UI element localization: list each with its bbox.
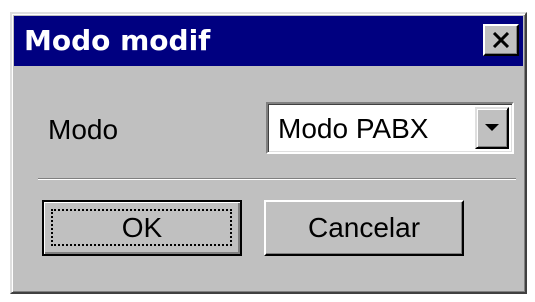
ok-button[interactable]: OK — [42, 200, 242, 256]
title-bar[interactable]: Modo modif — [14, 16, 523, 66]
window-title: Modo modif — [24, 24, 211, 57]
mode-select[interactable]: Modo PABX — [266, 102, 514, 154]
mode-select-value: Modo PABX — [278, 113, 429, 144]
close-icon — [492, 32, 510, 48]
ok-button-label: OK — [121, 212, 163, 243]
mode-label: Modo — [48, 114, 119, 145]
dialog-window: Modo modif Modo Modo PABX OK Cancelar — [10, 12, 527, 294]
cancel-button[interactable]: Cancelar — [264, 200, 464, 256]
mode-select-dropdown-button[interactable] — [475, 107, 509, 149]
cancel-button-label: Cancelar — [307, 212, 421, 243]
separator — [38, 178, 516, 180]
chevron-down-icon — [485, 119, 499, 137]
close-button[interactable] — [483, 24, 519, 56]
